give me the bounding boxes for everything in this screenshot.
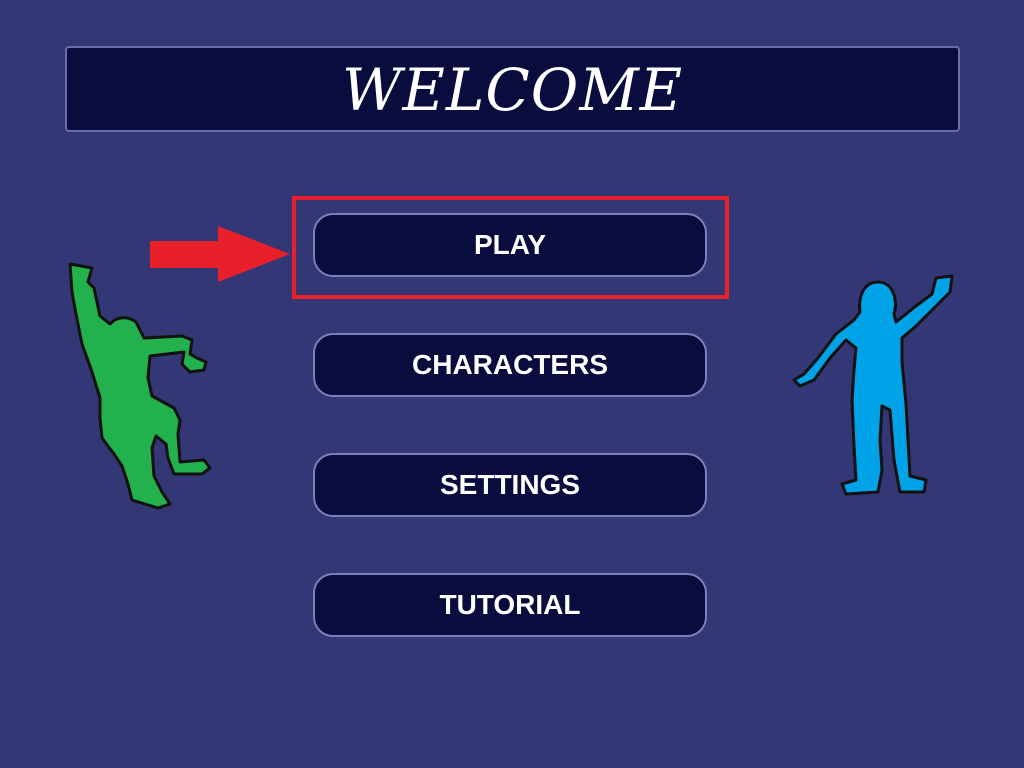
characters-button-label: CHARACTERS [412,349,608,380]
play-button-label: PLAY [473,229,547,260]
characters-button[interactable]: CHARACTERS [313,333,707,397]
play-button[interactable]: PLAY [313,213,707,277]
tutorial-button-label: TUTORIAL [439,589,581,620]
green-character-icon [68,262,212,510]
page-title: WELCOME [341,56,684,124]
title-banner: WELCOME [65,46,960,132]
settings-button-label: SETTINGS [439,469,580,500]
settings-button[interactable]: SETTINGS [313,453,707,517]
tutorial-button[interactable]: TUTORIAL [313,573,707,637]
blue-character-icon [792,274,954,496]
